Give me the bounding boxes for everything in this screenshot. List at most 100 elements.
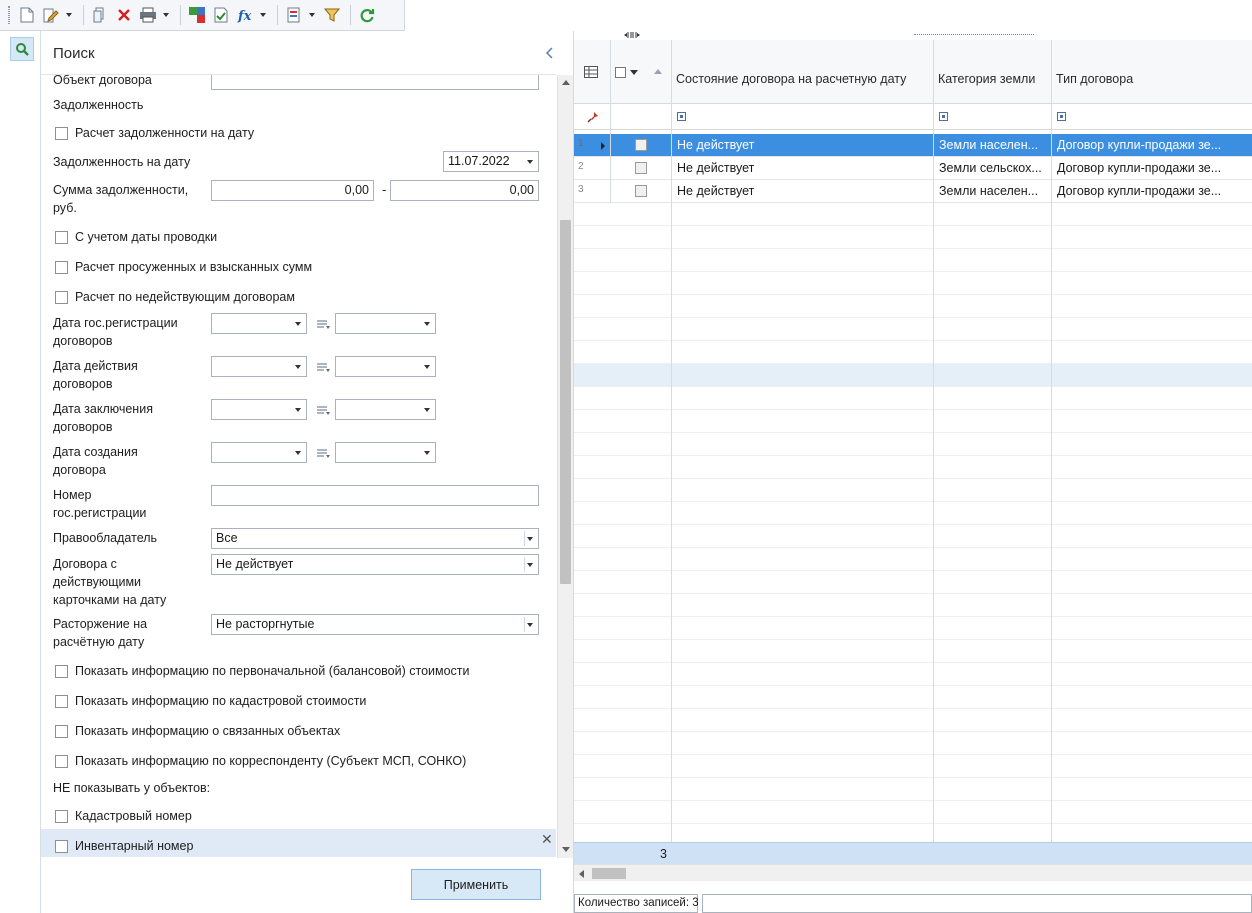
inactive-contracts-checkbox[interactable]: Расчет по недействующим договорам (55, 290, 295, 304)
search-form-scrollbar[interactable] (557, 75, 573, 858)
scrollbar-thumb[interactable] (560, 220, 571, 584)
show-initial-cost-checkbox[interactable]: Показать информацию по первоначальной (б… (55, 664, 470, 678)
scroll-left-icon[interactable] (579, 870, 584, 878)
checkbox-box[interactable] (55, 839, 68, 853)
checkbox-box[interactable] (55, 754, 68, 768)
edit-dropdown-chevron-icon[interactable] (64, 4, 74, 26)
row-checkbox[interactable] (635, 185, 647, 197)
collapse-panel-chevron-icon[interactable] (541, 43, 557, 63)
filter-operator-icon[interactable] (677, 112, 686, 121)
table-row[interactable]: 2 Не действует Земли сельскох... Договор… (574, 157, 1252, 180)
checkbox-box[interactable] (55, 694, 68, 708)
valid-date-to-picker[interactable] (335, 356, 436, 377)
empty-grid-row (574, 203, 1252, 226)
show-cadastral-cost-checkbox[interactable]: Показать информацию по кадастровой стоим… (55, 694, 366, 708)
group-panel-divider (914, 34, 1034, 35)
toolbar-grip[interactable] (8, 6, 10, 24)
posting-date-checkbox[interactable]: С учетом даты проводки (55, 230, 217, 244)
show-related-objects-checkbox[interactable]: Показать информацию о связанных объектах (55, 724, 340, 738)
pin-filter-icon[interactable] (587, 111, 599, 123)
checkbox-box[interactable] (55, 126, 68, 140)
debt-calc-checkbox[interactable]: Расчет задолженности на дату (55, 126, 254, 140)
select-dropdown-chevron-icon[interactable] (630, 70, 638, 75)
search-panel-toggle-icon[interactable] (10, 37, 34, 61)
reg-number-input[interactable] (211, 485, 539, 506)
reg-date-to-picker[interactable] (335, 313, 436, 334)
filter-operator-icon[interactable] (939, 112, 948, 121)
show-correspondent-checkbox[interactable]: Показать информацию по корреспонденту (С… (55, 754, 466, 768)
formula-icon[interactable]: fx (234, 4, 256, 26)
checkbox-box[interactable] (55, 664, 68, 678)
hide-inventory-checkbox[interactable]: Инвентарный номер (55, 839, 193, 853)
debt-sum-to-input[interactable]: 0,00 (390, 180, 539, 201)
table-row[interactable]: 1 Не действует Земли населен... Договор … (574, 134, 1252, 157)
empty-grid-row (574, 571, 1252, 594)
debt-date-picker[interactable]: 11.07.2022 (443, 151, 539, 172)
period-selector-icon[interactable] (316, 320, 330, 330)
period-selector-icon[interactable] (316, 406, 330, 416)
link-objects-icon[interactable] (186, 4, 208, 26)
sort-asc-icon[interactable] (654, 69, 662, 74)
column-chooser-icon[interactable] (584, 66, 598, 78)
apply-button[interactable]: Применить (411, 869, 541, 900)
report-dropdown-chevron-icon[interactable] (307, 4, 317, 26)
column-header-type[interactable]: Тип договора (1056, 72, 1133, 86)
create-date-to-picker[interactable] (335, 442, 436, 463)
report-icon[interactable] (283, 4, 305, 26)
table-row[interactable]: 3 Не действует Земли населен... Договор … (574, 180, 1252, 203)
checkbox-box[interactable] (55, 809, 68, 823)
checkbox-label: Расчет задолженности на дату (75, 126, 255, 140)
debt-sum-from-input[interactable]: 0,00 (211, 180, 374, 201)
valid-date-from-picker[interactable] (211, 356, 307, 377)
filter-icon[interactable] (321, 4, 343, 26)
edit-document-icon[interactable] (40, 4, 62, 26)
overdue-checkbox[interactable]: Расчет просуженных и взысканных сумм (55, 260, 312, 274)
approve-document-icon[interactable] (210, 4, 232, 26)
period-selector-icon[interactable] (316, 363, 330, 373)
create-date-from-picker[interactable] (211, 442, 307, 463)
panel-title: Поиск (53, 45, 95, 62)
refresh-icon[interactable] (356, 4, 378, 26)
active-cards-select[interactable]: Не действует (211, 554, 539, 575)
termination-select[interactable]: Не расторгнутые (211, 614, 539, 635)
object-input[interactable] (211, 75, 539, 90)
conclusion-date-to-picker[interactable] (335, 399, 436, 420)
column-header-state[interactable]: Состояние договора на расчетную дату (676, 72, 906, 86)
delete-icon[interactable] (113, 4, 135, 26)
new-document-icon[interactable] (16, 4, 38, 26)
holder-select[interactable]: Все (211, 528, 539, 549)
row-checkbox[interactable] (635, 162, 647, 174)
print-dropdown-chevron-icon[interactable] (161, 4, 171, 26)
checkbox-box[interactable] (55, 290, 68, 304)
valid-date-label-line1: Дата действия (53, 359, 138, 373)
reg-date-from-picker[interactable] (211, 313, 307, 334)
checkbox-label: Показать информацию о связанных объектах (75, 724, 341, 738)
cell-type: Договор купли-продажи зе... (1057, 184, 1222, 198)
checkbox-box[interactable] (55, 230, 68, 244)
checkbox-box[interactable] (55, 724, 68, 738)
holder-label: Правообладатель (53, 531, 158, 545)
scroll-down-icon[interactable] (558, 842, 573, 857)
scrollbar-thumb[interactable] (592, 868, 626, 879)
checkbox-box[interactable] (55, 260, 68, 274)
formula-dropdown-chevron-icon[interactable] (258, 4, 268, 26)
scroll-up-icon[interactable] (558, 75, 573, 90)
hide-cadastral-checkbox[interactable]: Кадастровый номер (55, 809, 192, 823)
column-header-category[interactable]: Категория земли (938, 72, 1035, 86)
filter-operator-icon[interactable] (1057, 112, 1066, 121)
splitter-grip-icon[interactable] (624, 32, 640, 38)
empty-grid-row (574, 640, 1252, 663)
select-all-checkbox[interactable] (615, 67, 626, 78)
period-selector-icon[interactable] (316, 449, 330, 459)
toolbar: fx (0, 0, 405, 31)
close-icon[interactable]: ✕ (541, 831, 553, 848)
toolbar-separator (180, 5, 181, 25)
empty-grid-row (574, 732, 1252, 755)
empty-grid-row (574, 341, 1252, 364)
empty-grid-row (574, 502, 1252, 525)
row-checkbox[interactable] (635, 139, 647, 151)
conclusion-date-from-picker[interactable] (211, 399, 307, 420)
copy-icon[interactable] (89, 4, 111, 26)
grid-horizontal-scrollbar[interactable] (574, 864, 1252, 881)
print-icon[interactable] (137, 4, 159, 26)
